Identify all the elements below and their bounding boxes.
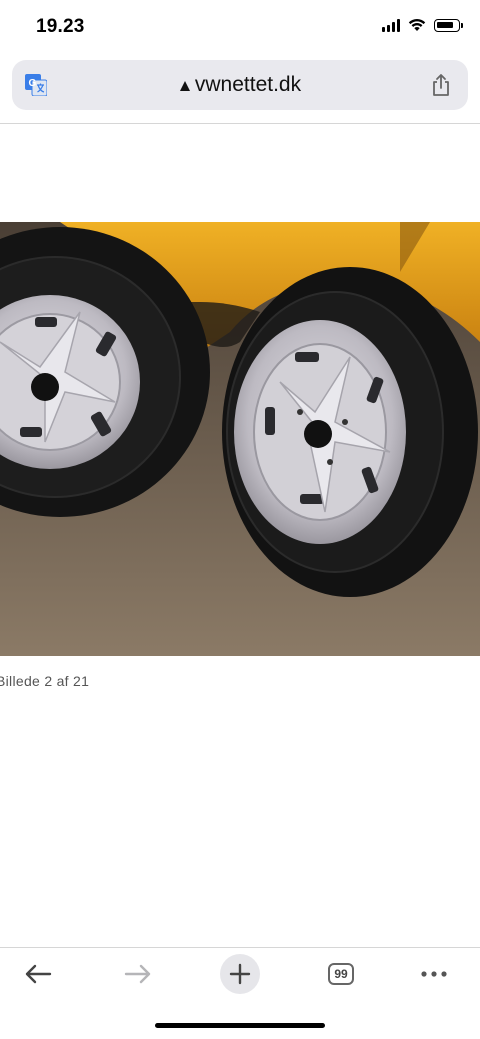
tabs-count[interactable]: 99 [328, 963, 354, 985]
cellular-signal-icon [382, 18, 400, 32]
url-field[interactable]: vwnettet.dk [12, 60, 468, 110]
lock-icon [179, 81, 190, 91]
back-button[interactable] [16, 948, 60, 1000]
status-time: 19.23 [36, 16, 85, 37]
home-indicator [155, 1023, 325, 1028]
address-bar[interactable]: G vwnettet.dk [12, 60, 468, 110]
product-photo[interactable] [0, 222, 480, 656]
forward-button[interactable] [116, 948, 160, 1000]
browser-toolbar: 99 [0, 948, 480, 1008]
header-divider [0, 123, 480, 124]
image-caption: Billede 2 af 21 [0, 673, 90, 689]
battery-level [437, 21, 453, 28]
plus-icon [229, 963, 251, 985]
battery-icon [434, 18, 463, 32]
status-bar: 19.23 [0, 0, 480, 56]
new-tab-button[interactable] [220, 948, 260, 1000]
more-icon [421, 971, 447, 977]
more-button[interactable] [414, 948, 454, 1000]
wifi-icon [408, 19, 426, 31]
share-icon[interactable] [430, 73, 452, 97]
tabs-button[interactable]: 99 [320, 948, 362, 1000]
new-tab-circle[interactable] [220, 954, 260, 994]
url-text[interactable]: vwnettet.dk [195, 73, 301, 97]
right-wheel [222, 267, 478, 597]
arrow-right-icon [124, 964, 151, 984]
wheels-image [0, 222, 480, 656]
status-icons [382, 18, 463, 32]
arrow-left-icon [25, 964, 52, 984]
